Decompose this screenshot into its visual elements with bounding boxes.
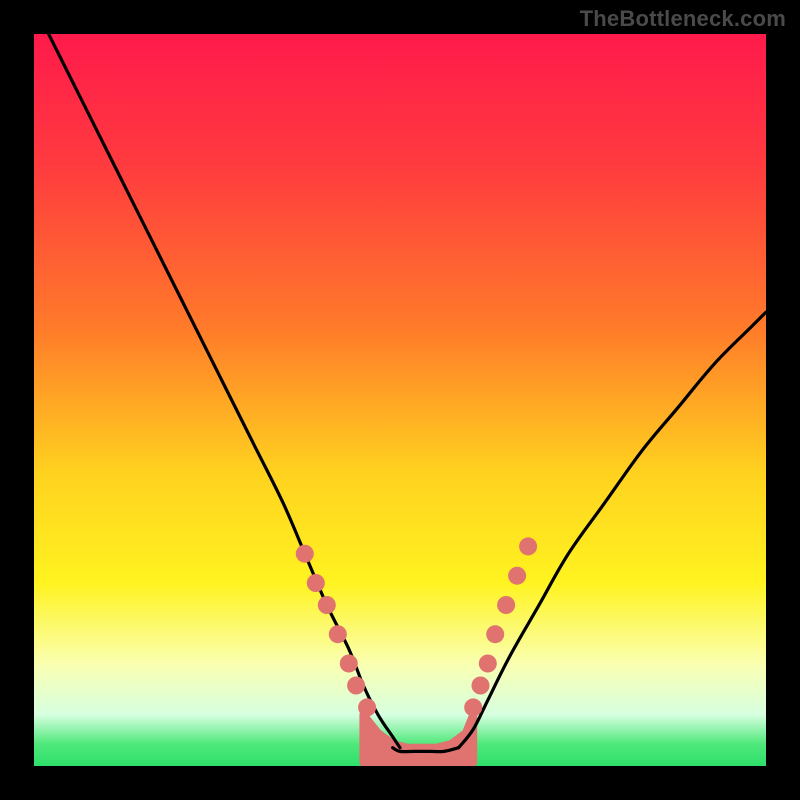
attribution-label: TheBottleneck.com: [580, 6, 786, 32]
marker-left-cluster-5: [347, 677, 365, 695]
marker-right-cluster-3: [486, 625, 504, 643]
marker-left-cluster-3: [329, 625, 347, 643]
chart-svg: [34, 34, 766, 766]
marker-left-cluster-2: [318, 596, 336, 614]
marker-left-cluster-0: [296, 545, 314, 563]
marker-right-cluster-0: [464, 698, 482, 716]
bottleneck-chart: [34, 34, 766, 766]
marker-left-cluster-4: [340, 655, 358, 673]
marker-right-cluster-1: [472, 677, 490, 695]
marker-right-cluster-5: [508, 567, 526, 585]
chart-frame: TheBottleneck.com: [0, 0, 800, 800]
marker-right-cluster-2: [479, 655, 497, 673]
marker-left-cluster-1: [307, 574, 325, 592]
gradient-background: [34, 34, 766, 766]
marker-right-cluster-4: [497, 596, 515, 614]
marker-left-cluster-6: [358, 698, 376, 716]
marker-right-cluster-6: [519, 537, 537, 555]
